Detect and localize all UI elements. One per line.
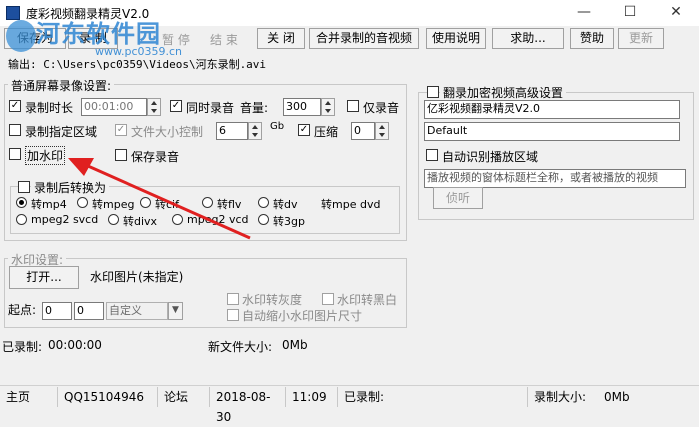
- status-size-value: 0Mb: [604, 390, 630, 404]
- annotation-arrow: [68, 158, 251, 240]
- status-forum[interactable]: 论坛: [158, 387, 210, 407]
- status-recorded: 已录制:: [338, 387, 528, 407]
- status-time: 11:09: [286, 387, 338, 407]
- status-home[interactable]: 主页: [0, 387, 58, 407]
- status-date: 2018-08-30: [210, 387, 286, 424]
- status-size-label: 录制大小:: [534, 390, 587, 404]
- status-qq: QQ15104946: [58, 387, 158, 407]
